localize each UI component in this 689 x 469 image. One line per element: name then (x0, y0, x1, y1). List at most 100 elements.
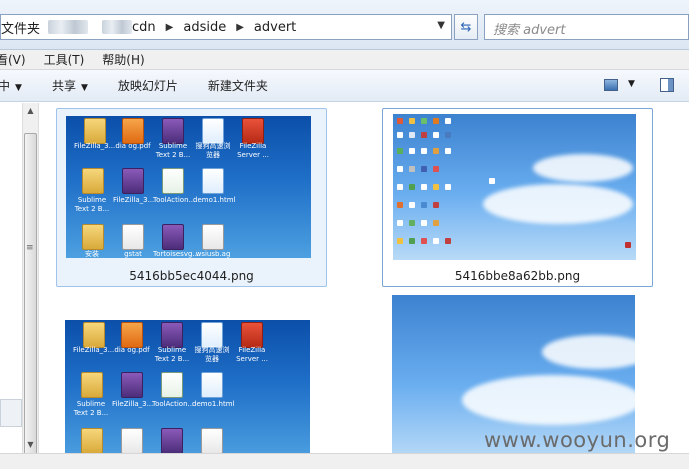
view-options-icon[interactable] (604, 79, 618, 91)
browser-icon (202, 118, 224, 144)
new-folder-button[interactable]: 新建文件夹 (208, 77, 268, 94)
desktop-icon (397, 238, 403, 244)
desktop-label: FileZilla_3... (73, 346, 115, 354)
breadcrumb-adside[interactable]: adside (183, 20, 226, 35)
menu-tools[interactable]: 工具(T) (44, 51, 85, 68)
search-input[interactable]: 搜索 advert (484, 14, 689, 40)
nav-scrollbar[interactable]: ▲ ≡ ▼ (22, 103, 39, 463)
file-icon (201, 428, 223, 453)
desktop-label: FileZilla Server ... (237, 142, 269, 159)
desktop-icon (397, 202, 403, 208)
file-icon (161, 372, 183, 398)
desktop-label: demo1.html (193, 196, 236, 204)
address-row: 文件夹 cdn ▶ adside ▶ advert ▼ ⇆ 搜索 advert (0, 0, 689, 50)
navigation-pane[interactable] (0, 103, 22, 453)
grip-icon: ≡ (26, 243, 34, 253)
scroll-down-icon[interactable]: ▼ (23, 437, 38, 453)
desktop-icon (421, 220, 427, 226)
breadcrumb-separator-icon[interactable]: ▶ (236, 22, 244, 33)
browser-icon (201, 322, 223, 348)
watermark: www.wooyun.org (484, 428, 671, 452)
desktop-label: 安装 (85, 250, 99, 258)
file-name: 5416bb5ec4044.png (129, 269, 254, 283)
desktop-icon (433, 166, 439, 172)
desktop-label: FileZilla_3... (113, 196, 155, 204)
archive-icon (121, 372, 143, 398)
desktop-icon (397, 148, 403, 154)
chevron-down-icon: ▼ (80, 83, 88, 93)
desktop-icon (409, 166, 415, 172)
desktop-icon (421, 132, 427, 138)
desktop-icon (397, 184, 403, 190)
command-bar: 中 ▼ 共享 ▼ 放映幻灯片 新建文件夹 ▼ (0, 70, 689, 102)
file-view: FileZilla_3... dia og.pdf Sublime Text 2… (39, 103, 689, 453)
desktop-icon (433, 132, 439, 138)
address-dropdown-icon[interactable]: ▼ (437, 20, 445, 31)
desktop-label: Sublime Text 2 B... (155, 142, 191, 159)
desktop-icon (489, 178, 495, 184)
desktop-icon (625, 242, 631, 248)
desktop-label: Sublime Text 2 B... (74, 196, 110, 213)
desktop-icon (433, 184, 439, 190)
cloud-shape (533, 154, 633, 182)
preview-pane-icon[interactable] (660, 78, 674, 92)
scroll-up-icon[interactable]: ▲ (23, 103, 38, 119)
desktop-icon (409, 118, 415, 124)
desktop-icon (433, 238, 439, 244)
desktop-icon (433, 118, 439, 124)
file-tile[interactable]: FileZilla_3... dia og.pdf Sublime Text 2… (56, 108, 327, 287)
desktop-label: FileZilla_3... (74, 142, 116, 150)
chevron-down-icon[interactable]: ▼ (628, 79, 635, 89)
breadcrumb-folder[interactable]: 文件夹 (1, 18, 40, 37)
desktop-icon (409, 132, 415, 138)
slideshow-button[interactable]: 放映幻灯片 (118, 77, 178, 94)
desktop-icon (421, 148, 427, 154)
cloud-shape (542, 335, 635, 369)
breadcrumb-advert[interactable]: advert (254, 20, 296, 35)
desktop-label: Sublime Text 2 B... (73, 400, 109, 417)
desktop-label: Tortoisesvg... (153, 250, 200, 258)
archive-icon (162, 224, 184, 250)
menu-bar: 看(V) 工具(T) 帮助(H) (0, 50, 689, 70)
scroll-thumb[interactable] (24, 133, 37, 463)
desktop-icon (445, 118, 451, 124)
folder-icon (81, 428, 103, 453)
nav-item[interactable] (0, 399, 22, 427)
address-bar[interactable]: 文件夹 cdn ▶ adside ▶ advert ▼ (0, 14, 452, 40)
desktop-icon (409, 238, 415, 244)
archive-icon (162, 118, 184, 144)
desktop-icon (397, 132, 403, 138)
desktop-label: Sublime Text 2 B... (154, 346, 190, 363)
desktop-icon (421, 238, 427, 244)
redacted-crumb (48, 20, 89, 34)
menu-view[interactable]: 看(V) (0, 51, 26, 68)
breadcrumb-separator-icon[interactable]: ▶ (166, 22, 174, 33)
refresh-icon[interactable]: ⇆ (454, 14, 478, 40)
thumbnail: FileZilla_3... dia og.pdf Sublime Text 2… (66, 116, 311, 258)
breadcrumb-cdn[interactable]: cdn (132, 20, 156, 35)
share-button[interactable]: 共享 ▼ (52, 77, 88, 94)
desktop-icon (409, 148, 415, 154)
desktop-icon (409, 220, 415, 226)
desktop-icon (421, 166, 427, 172)
file-tile[interactable]: 5416bbe8a62bb.png (382, 108, 653, 287)
desktop-icon (397, 166, 403, 172)
folder-icon (82, 168, 104, 194)
archive-icon (161, 322, 183, 348)
status-bar (0, 453, 689, 469)
pdf-icon (121, 322, 143, 348)
menu-help[interactable]: 帮助(H) (102, 51, 144, 68)
file-name: 5416bbe8a62bb.png (454, 269, 581, 283)
filezilla-icon (242, 118, 264, 144)
file-tile[interactable]: FileZilla_3... dia og.pdf Sublime Text 2… (56, 313, 327, 453)
html-icon (201, 372, 223, 398)
folder-icon (84, 118, 106, 144)
desktop-icon (421, 184, 427, 190)
desktop-label: ToolAction... (153, 196, 196, 204)
desktop-label: dia og.pdf (114, 346, 150, 354)
thumbnail: FileZilla_3... dia og.pdf Sublime Text 2… (65, 320, 310, 453)
toolbar-item-cut[interactable]: 中 ▼ (0, 77, 22, 94)
desktop-icon (421, 202, 427, 208)
cloud-shape (462, 375, 635, 425)
desktop-label: 搜狗高速浏览器 (195, 142, 231, 159)
